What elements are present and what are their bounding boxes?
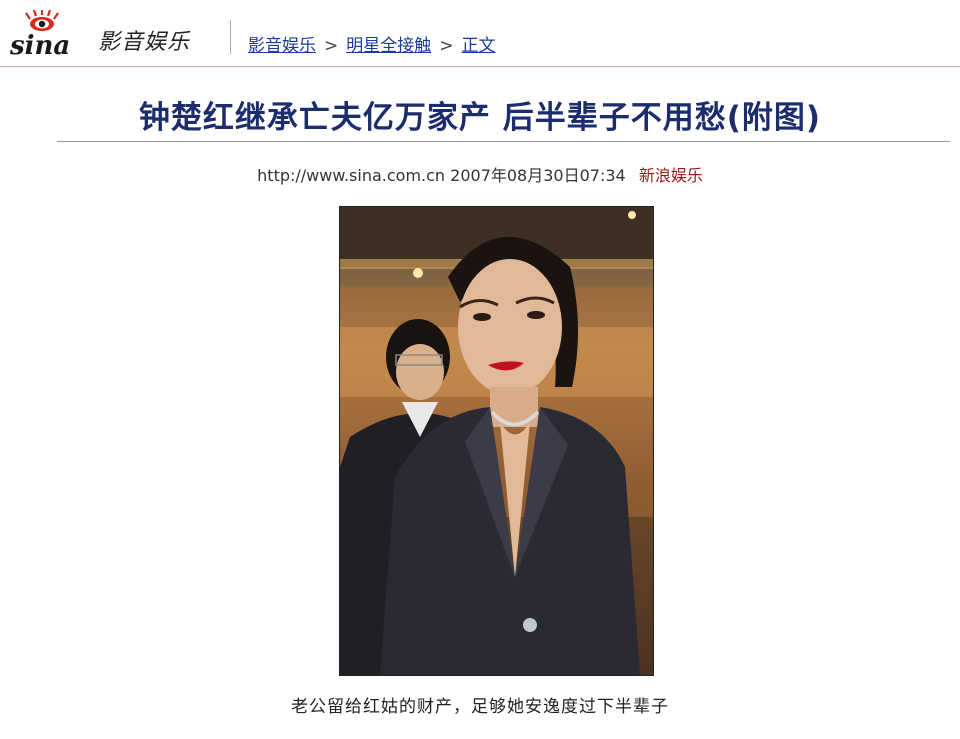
article-title: 钟楚红继承亡夫亿万家产 后半辈子不用愁(附图) — [138, 100, 822, 136]
breadcrumb-link-article[interactable]: 正文 — [462, 36, 496, 56]
title-divider — [57, 141, 950, 142]
breadcrumb-separator: > — [324, 36, 339, 56]
logo-text: sina — [9, 31, 70, 58]
breadcrumb-separator: > — [439, 36, 454, 56]
breadcrumb-link-stars[interactable]: 明星全接触 — [346, 36, 431, 56]
header-divider — [230, 20, 231, 54]
article-meta: http://www.sina.com.cn 2007年08月30日07:34 … — [0, 162, 960, 186]
article-source-link[interactable]: 新浪娱乐 — [639, 166, 703, 185]
photo-caption: 老公留给红姑的财产，足够她安逸度过下半辈子 — [291, 697, 669, 717]
site-header: sina 影音娱乐 影音娱乐 > 明星全接触 > 正文 — [0, 0, 960, 67]
photo-illustration — [340, 207, 653, 675]
article-photo — [339, 206, 654, 676]
sina-logo[interactable]: sina — [8, 10, 80, 58]
breadcrumb-link-channel[interactable]: 影音娱乐 — [248, 36, 316, 56]
article-url: http://www.sina.com.cn — [257, 166, 446, 185]
article-datetime: 2007年08月30日07:34 — [450, 166, 626, 185]
channel-name[interactable]: 影音娱乐 — [98, 24, 190, 56]
sina-eye-icon: sina — [9, 10, 70, 58]
breadcrumb: 影音娱乐 > 明星全接触 > 正文 — [248, 31, 496, 56]
